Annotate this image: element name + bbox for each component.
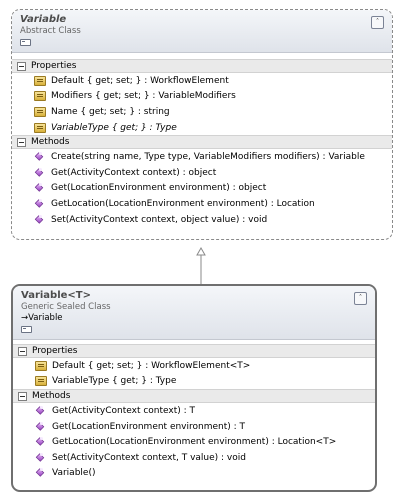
collapse-minus-icon[interactable] — [18, 391, 27, 401]
property-row[interactable]: Default { get; set; } : WorkflowElement<… — [13, 358, 375, 374]
method-row[interactable]: Get(LocationEnvironment environment) : T — [13, 419, 375, 435]
section-label: Methods — [32, 390, 71, 401]
class-shape-variable[interactable]: Variable Abstract Class ˆ Properties Def… — [11, 9, 393, 240]
inheritance-arrowhead — [196, 247, 206, 256]
method-icon — [35, 405, 47, 416]
methods-section-header[interactable]: Methods — [13, 389, 375, 404]
property-icon — [35, 360, 47, 371]
property-row[interactable]: VariableType { get; } : Type — [12, 120, 392, 136]
method-icon — [34, 167, 46, 178]
method-row[interactable]: Set(ActivityContext context, T value) : … — [13, 450, 375, 466]
method-row[interactable]: Get(ActivityContext context) : T — [13, 403, 375, 419]
method-row[interactable]: Get(ActivityContext context) : object — [12, 165, 392, 181]
methods-section-header[interactable]: Methods — [12, 135, 392, 150]
base-class-label: →Variable — [21, 313, 63, 323]
method-row[interactable]: Get(LocationEnvironment environment) : o… — [12, 181, 392, 197]
collapse-minus-icon[interactable] — [17, 137, 26, 147]
method-icon — [34, 152, 46, 162]
method-icon — [34, 183, 46, 193]
class-header: Variable<T> Generic Sealed Class →Variab… — [13, 286, 375, 340]
section-label: Properties — [31, 60, 77, 71]
property-icon — [34, 122, 46, 133]
property-row[interactable]: Modifiers { get; set; } : VariableModifi… — [12, 89, 392, 105]
chevron-up-icon[interactable]: ˆ — [371, 16, 384, 29]
method-icon — [35, 421, 47, 432]
collapse-minus-icon[interactable] — [17, 61, 26, 71]
method-icon — [35, 437, 47, 447]
properties-section-header[interactable]: Properties — [13, 344, 375, 358]
method-row[interactable]: GetLocation(LocationEnvironment environm… — [13, 434, 375, 450]
members-toggle-icon[interactable] — [21, 326, 32, 333]
property-icon — [34, 75, 46, 86]
method-row[interactable]: Create(string name, Type type, VariableM… — [12, 149, 392, 165]
collapse-minus-icon[interactable] — [18, 346, 27, 356]
class-name: Variable<T> — [21, 290, 91, 301]
method-icon — [35, 452, 47, 463]
class-header: Variable Abstract Class ˆ — [12, 10, 392, 53]
chevron-up-icon[interactable]: ˆ — [354, 292, 367, 305]
method-row[interactable]: Variable() — [13, 466, 375, 482]
method-icon — [34, 198, 46, 209]
members-toggle-icon[interactable] — [20, 39, 31, 46]
class-name: Variable — [20, 14, 67, 25]
method-icon — [34, 214, 46, 225]
section-label: Methods — [31, 136, 70, 147]
property-row[interactable]: VariableType { get; } : Type — [13, 374, 375, 390]
class-stereotype: Generic Sealed Class — [21, 302, 111, 312]
section-label: Properties — [32, 345, 78, 356]
property-icon — [34, 106, 46, 117]
method-row[interactable]: Set(ActivityContext context, object valu… — [12, 212, 392, 228]
method-icon — [35, 468, 47, 478]
property-icon — [35, 376, 47, 387]
class-stereotype: Abstract Class — [20, 26, 81, 36]
inheritance-connector[interactable] — [196, 247, 206, 287]
property-row[interactable]: Name { get; set; } : string — [12, 104, 392, 120]
class-shape-variable-generic[interactable]: Variable<T> Generic Sealed Class →Variab… — [11, 284, 377, 492]
method-row[interactable]: GetLocation(LocationEnvironment environm… — [12, 196, 392, 212]
property-icon — [34, 91, 46, 102]
property-row[interactable]: Default { get; set; } : WorkflowElement — [12, 73, 392, 89]
properties-section-header[interactable]: Properties — [12, 59, 392, 73]
